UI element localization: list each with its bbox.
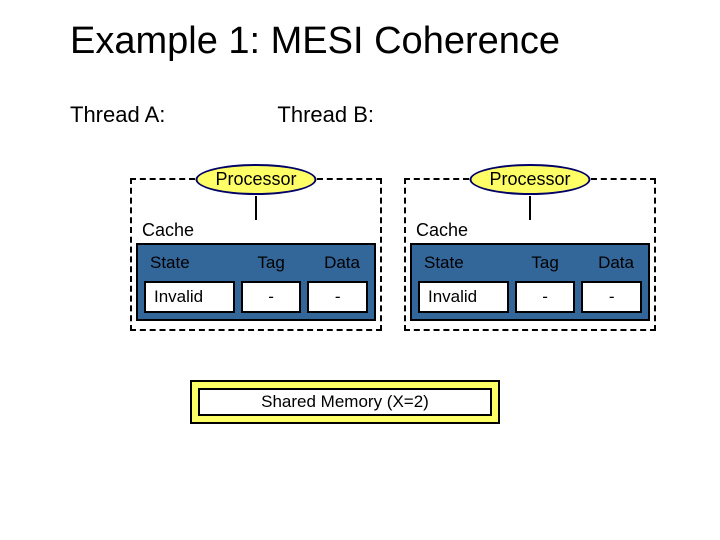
processor-b-node: Processor (469, 164, 590, 195)
core-b-box: Processor Cache State Tag Data Invalid -… (404, 178, 656, 331)
cache-a-header-tag: Tag (253, 251, 288, 275)
connector-b (529, 196, 531, 220)
connector-a (255, 196, 257, 220)
cache-a-data-cell: - (307, 281, 368, 313)
cache-b-header-tag: Tag (527, 251, 562, 275)
cache-a-label: Cache (142, 220, 376, 241)
slide-title: Example 1: MESI Coherence (70, 20, 560, 63)
thread-b-label: Thread B: (277, 102, 374, 128)
cache-a-state-cell: Invalid (144, 281, 235, 313)
cache-b-state-cell: Invalid (418, 281, 509, 313)
cache-b-data-cell: - (581, 281, 642, 313)
cache-a-tag-cell: - (241, 281, 302, 313)
cache-a-header-state: State (144, 251, 194, 275)
shared-memory-box: Shared Memory (X=2) (190, 380, 500, 424)
cache-b-tag-cell: - (515, 281, 576, 313)
cache-b-header-data: Data (594, 251, 642, 275)
thread-a-label: Thread A: (70, 102, 165, 128)
cache-a-header-data: Data (320, 251, 368, 275)
processor-a-node: Processor (195, 164, 316, 195)
shared-memory-label: Shared Memory (X=2) (198, 388, 492, 416)
cache-b-table: State Tag Data Invalid - - (410, 243, 650, 321)
cache-a-table: State Tag Data Invalid - - (136, 243, 376, 321)
cache-b-label: Cache (416, 220, 650, 241)
cache-b-header-state: State (418, 251, 468, 275)
core-a-box: Processor Cache State Tag Data Invalid -… (130, 178, 382, 331)
